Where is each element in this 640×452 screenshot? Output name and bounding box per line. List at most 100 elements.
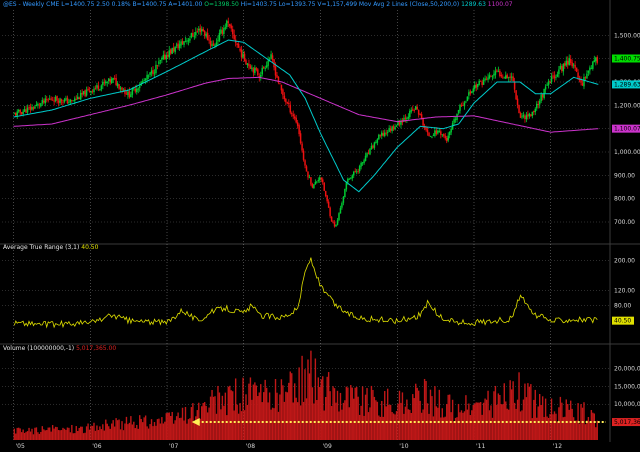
volume-bar (569, 400, 572, 440)
volume-bar (360, 405, 362, 440)
candle-body (59, 98, 61, 104)
volume-bar (44, 430, 46, 440)
volume-bar (289, 371, 291, 440)
candle-body (150, 70, 153, 74)
y-tick-label: 900.00 (614, 172, 635, 179)
candle-body (118, 84, 120, 89)
candle-body (459, 104, 461, 111)
volume-bar (471, 410, 473, 440)
candle-body (547, 81, 550, 86)
volume-bar (29, 431, 32, 440)
candle-body (280, 84, 283, 91)
volume-bar (596, 420, 598, 440)
panel-headers: @ES - Weekly CME L=1400.75 2.50 0.18% B=… (3, 1, 513, 352)
candle-body (509, 76, 511, 78)
candle-body (381, 132, 383, 136)
candle-body (394, 127, 396, 130)
candle-body (475, 84, 477, 88)
candle-body (13, 113, 16, 115)
volume-bar (150, 419, 153, 440)
candle-body (298, 125, 300, 135)
candle-body (367, 152, 370, 154)
volume-bar (75, 426, 77, 440)
candle-body (31, 107, 33, 110)
price-panel[interactable] (13, 17, 599, 228)
candle-body (575, 67, 578, 72)
y-tick-label: 1,200.00 (614, 102, 640, 109)
candle-body (208, 39, 210, 41)
volume-bar (327, 372, 330, 440)
volume-bar (558, 407, 560, 440)
candle-body (310, 177, 312, 185)
candle-body (324, 191, 327, 196)
header-part: V=1,157,499 (315, 1, 357, 8)
candle-body (110, 78, 113, 83)
volume-bar (451, 399, 454, 440)
candle-body (519, 113, 522, 118)
candle-body (167, 54, 169, 57)
volume-bar (425, 380, 427, 440)
candle-body (236, 43, 238, 45)
candle-body (485, 79, 488, 81)
volume-bar (512, 381, 514, 440)
candle-body (264, 68, 266, 69)
candle-body (289, 104, 292, 113)
volume-bar (57, 430, 60, 440)
futures-chart[interactable]: '05'06'07'08'09'10'11'121,500.001,400.00… (0, 0, 640, 452)
volume-bar (448, 394, 451, 440)
candle-body (339, 208, 342, 214)
candle-body (162, 54, 165, 60)
volume-bar (382, 416, 384, 440)
panel-header: Average True Range (3,1) 40.50 (3, 244, 99, 251)
volume-bar (211, 389, 213, 440)
volume-bar (82, 433, 85, 440)
candle-body (321, 179, 324, 183)
volume-bar (417, 390, 420, 440)
candle-body (230, 25, 232, 29)
volume-bar (499, 395, 501, 440)
x-tick-label: '10 (399, 443, 408, 450)
volume-bar (524, 383, 526, 440)
candle-body (326, 195, 328, 202)
candle-body (79, 92, 82, 100)
y-tick-label: 1,000.00 (614, 149, 640, 156)
candle-body (549, 80, 551, 82)
candle-body (419, 113, 421, 115)
candle-body (260, 74, 262, 77)
candle-body (572, 64, 575, 66)
candle-body (274, 66, 277, 76)
volume-bar (459, 412, 461, 440)
volume-bar (276, 392, 278, 440)
volume-bar (381, 400, 383, 440)
candle-body (54, 96, 57, 101)
volume-bar (218, 392, 221, 440)
volume-bar (181, 407, 184, 440)
volume-bar (41, 426, 44, 440)
volume-bar (31, 428, 33, 440)
candle-body (282, 89, 284, 96)
candle-body (307, 171, 309, 178)
volume-bar (485, 399, 488, 440)
volume-bar (484, 398, 486, 440)
volume-bar (496, 404, 498, 440)
atr-panel[interactable] (13, 257, 598, 329)
volume-bar (552, 414, 554, 440)
candle-body (69, 99, 72, 103)
volume-bar (344, 400, 346, 440)
candle-body (164, 54, 166, 60)
header-part: 1289.63 (459, 1, 486, 8)
volume-bar (553, 411, 556, 440)
header-part: B=1400.75 (131, 1, 167, 8)
candle-body (351, 175, 354, 179)
candle-body (358, 166, 361, 172)
volume-bar (386, 388, 389, 440)
volume-bar (193, 420, 196, 440)
volume-bar (121, 421, 123, 440)
candle-body (313, 184, 315, 189)
volume-panel[interactable] (13, 350, 606, 440)
x-tick-label: '07 (169, 443, 178, 450)
volume-bar (559, 396, 562, 440)
candle-body (290, 113, 293, 114)
volume-bar (320, 379, 322, 440)
volume-bar (432, 416, 435, 440)
